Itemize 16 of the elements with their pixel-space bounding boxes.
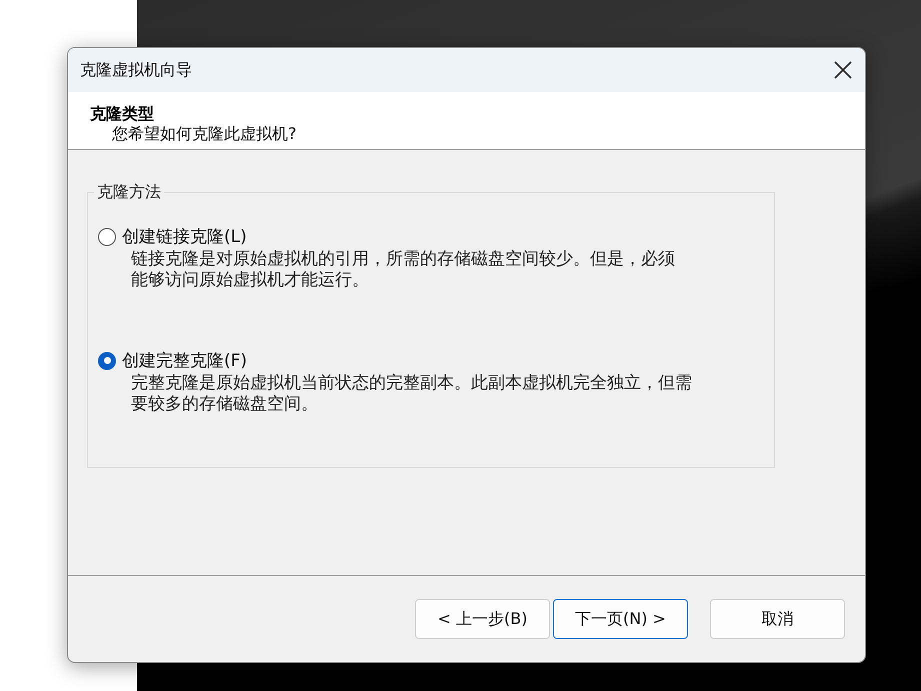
radio-button[interactable] — [98, 228, 116, 246]
close-icon — [833, 60, 853, 80]
description-line: 能够访问原始虚拟机才能运行。 — [131, 270, 369, 291]
close-button[interactable] — [833, 60, 853, 80]
description-line: 要较多的存储磁盘空间。 — [131, 394, 318, 415]
dialog-button[interactable]: 取消 — [710, 599, 845, 639]
page-subtitle: 您希望如何克隆此虚拟机? — [111, 124, 298, 144]
option-label[interactable]: 创建链接克隆(L) — [122, 225, 247, 248]
radio-button[interactable] — [98, 352, 116, 370]
window-title: 克隆虚拟机向导 — [80, 60, 193, 80]
dialog-button[interactable]: 下一页(N) > — [553, 599, 688, 639]
description-line: 完整克隆是原始虚拟机当前状态的完整副本。此副本虚拟机完全独立，但需 — [131, 373, 692, 394]
option-label[interactable]: 创建完整克隆(F) — [122, 349, 248, 372]
page-title: 克隆类型 — [90, 104, 155, 124]
description-line: 链接克隆是对原始虚拟机的引用，所需的存储磁盘空间较少。但是，必须 — [131, 249, 675, 270]
dialog-button[interactable]: < 上一步(B) — [415, 599, 550, 639]
